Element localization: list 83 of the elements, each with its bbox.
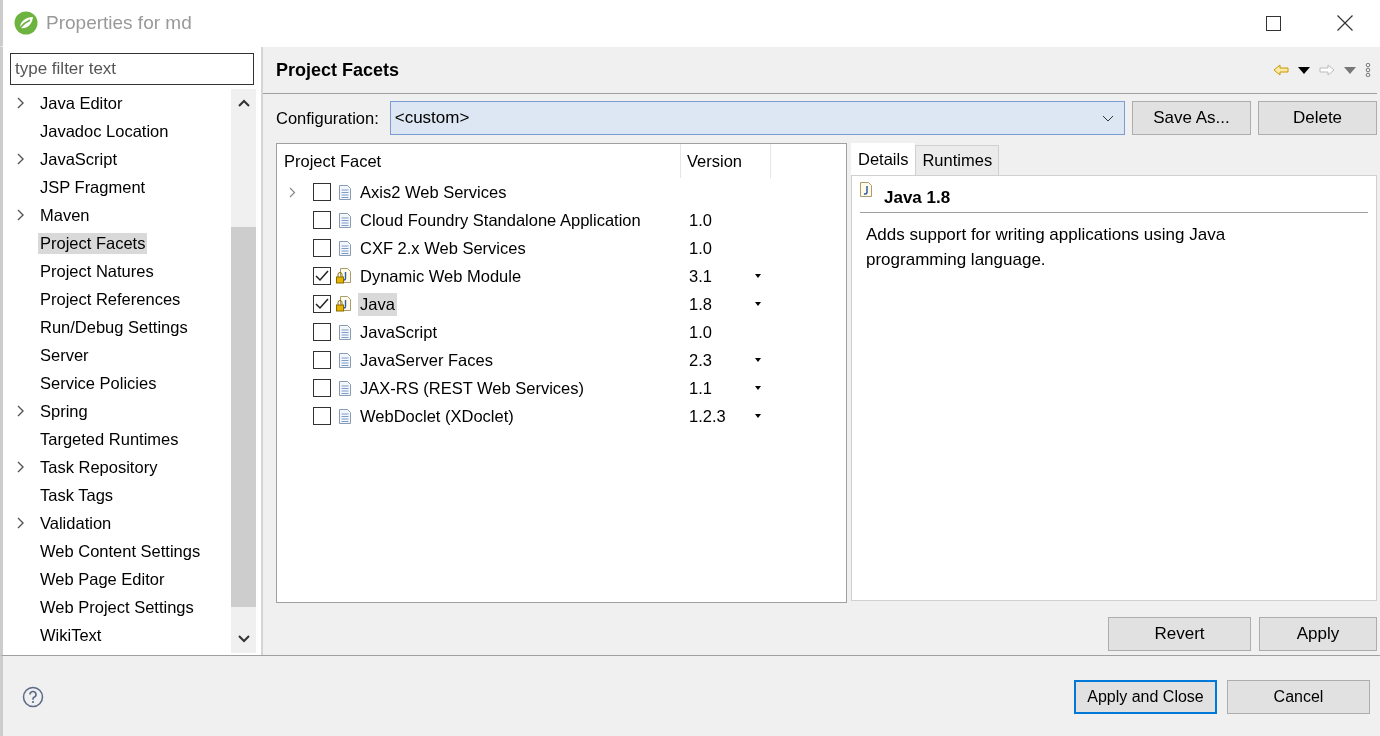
- app-logo-icon: [14, 11, 38, 35]
- facet-version: 1.2.3: [689, 406, 726, 425]
- checkmark-icon: [315, 270, 329, 282]
- checkbox[interactable]: [313, 239, 331, 257]
- dropdown-icon[interactable]: [1298, 66, 1310, 74]
- checkbox[interactable]: [313, 379, 331, 397]
- facet-name[interactable]: JavaServer Faces: [358, 348, 495, 372]
- revert-button[interactable]: Revert: [1108, 617, 1251, 651]
- checkbox[interactable]: [313, 267, 331, 285]
- checkmark-icon: [315, 298, 329, 310]
- sidebar-item[interactable]: Web Project Settings: [38, 596, 196, 618]
- forward-arrow-icon: [1319, 64, 1335, 76]
- chevron-down-icon: [1102, 114, 1114, 122]
- sidebar-item[interactable]: Targeted Runtimes: [38, 428, 181, 450]
- chevron-down-icon: [237, 635, 250, 643]
- sidebar-item[interactable]: Project References: [38, 288, 183, 310]
- facet-version: 1.0: [689, 210, 712, 229]
- tab[interactable]: Runtimes: [915, 145, 1000, 175]
- close-icon: [1336, 15, 1353, 31]
- facet-name[interactable]: JAX-RS (REST Web Services): [358, 376, 587, 400]
- sidebar-item[interactable]: JSP Fragment: [38, 176, 148, 198]
- column-header[interactable]: Project Facet: [277, 144, 681, 178]
- sidebar-item[interactable]: Java Editor: [38, 92, 125, 114]
- dropdown-icon: [1344, 66, 1356, 74]
- configuration-label: Configuration:: [276, 108, 379, 128]
- details-heading: Java 1.8: [884, 188, 951, 208]
- version-dropdown-icon[interactable]: [755, 358, 761, 362]
- version-dropdown-icon[interactable]: [755, 302, 761, 306]
- cancel-button[interactable]: Cancel: [1227, 679, 1370, 714]
- sidebar-item[interactable]: Service Policies: [38, 372, 159, 394]
- checkbox[interactable]: [313, 183, 331, 201]
- save-as-button[interactable]: Save As...: [1132, 101, 1251, 135]
- sidebar-item[interactable]: Task Tags: [38, 484, 116, 506]
- sidebar-item[interactable]: Javadoc Location: [38, 120, 171, 142]
- window-title: Properties for md: [46, 12, 193, 34]
- apply-button[interactable]: Apply: [1259, 617, 1377, 651]
- sidebar-item[interactable]: Project Facets: [38, 232, 148, 254]
- details-description: Adds support for writing applications using Java programming language.: [865, 224, 1227, 271]
- version-dropdown-icon[interactable]: [755, 274, 761, 278]
- help-icon[interactable]: [22, 685, 44, 708]
- facet-version: 2.3: [689, 350, 712, 369]
- view-menu-icon[interactable]: [1365, 63, 1371, 77]
- sidebar-item[interactable]: Validation: [38, 512, 114, 534]
- sidebar-item[interactable]: Task Repository: [38, 456, 160, 478]
- java-file-icon: [860, 182, 872, 197]
- checkbox[interactable]: [313, 211, 331, 229]
- checkbox[interactable]: [313, 351, 331, 369]
- facet-name[interactable]: Dynamic Web Module: [358, 264, 524, 288]
- sidebar-item[interactable]: WikiText: [38, 624, 104, 646]
- sidebar-item[interactable]: JavaScript: [38, 148, 120, 170]
- checkbox[interactable]: [313, 323, 331, 341]
- sidebar-item[interactable]: Spring: [38, 400, 90, 422]
- tab[interactable]: Details: [851, 143, 916, 175]
- facet-version: 1.0: [689, 238, 712, 257]
- checkbox[interactable]: [313, 295, 331, 313]
- apply-and-close-button[interactable]: Apply and Close: [1074, 679, 1217, 714]
- facet-version: 3.1: [689, 266, 712, 285]
- chevron-up-icon: [237, 99, 250, 107]
- sidebar-item[interactable]: Web Page Editor: [38, 568, 167, 590]
- facet-version: 1.0: [689, 322, 712, 341]
- column-header[interactable]: Version: [681, 144, 771, 178]
- facet-version: 1.8: [689, 294, 712, 313]
- facet-name[interactable]: Axis2 Web Services: [358, 180, 509, 204]
- delete-button[interactable]: Delete: [1258, 101, 1377, 135]
- sidebar-item[interactable]: Server: [38, 344, 91, 366]
- sidebar-item[interactable]: Web Content Settings: [38, 540, 203, 562]
- sidebar-item[interactable]: Project Natures: [38, 260, 156, 282]
- scrollbar-thumb[interactable]: [231, 227, 256, 607]
- filter-field[interactable]: type filter text: [10, 53, 254, 85]
- facet-name[interactable]: CXF 2.x Web Services: [358, 236, 528, 260]
- sidebar-item[interactable]: Maven: [38, 204, 92, 226]
- facet-name[interactable]: WebDoclet (XDoclet): [358, 404, 516, 428]
- sidebar-item[interactable]: Run/Debug Settings: [38, 316, 190, 338]
- version-dropdown-icon[interactable]: [755, 386, 761, 390]
- facet-version: 1.1: [689, 378, 712, 397]
- maximize-icon: [1266, 15, 1281, 31]
- version-dropdown-icon[interactable]: [755, 414, 761, 418]
- facet-name[interactable]: Cloud Foundry Standalone Application: [358, 208, 643, 232]
- facet-name[interactable]: JavaScript: [358, 320, 440, 344]
- page-title: Project Facets: [276, 59, 401, 81]
- checkbox[interactable]: [313, 407, 331, 425]
- configuration-dropdown[interactable]: <custom>: [389, 101, 1125, 135]
- facet-name[interactable]: Java: [358, 292, 397, 316]
